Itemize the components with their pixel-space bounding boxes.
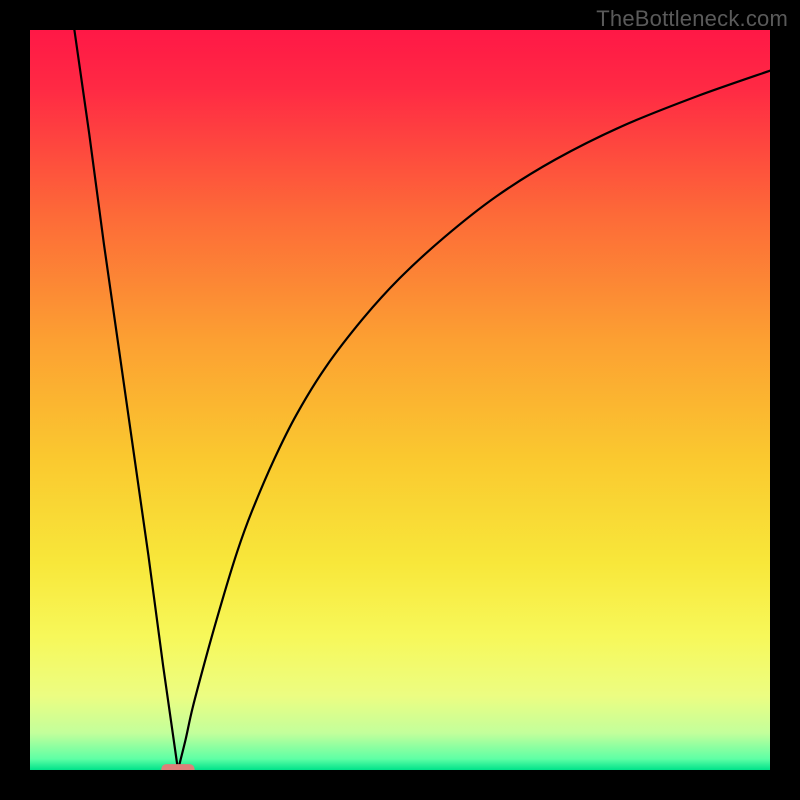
watermark-text: TheBottleneck.com: [596, 6, 788, 32]
optimum-marker: [161, 764, 194, 770]
bottleneck-chart: [30, 30, 770, 770]
gradient-background: [30, 30, 770, 770]
chart-frame: TheBottleneck.com: [0, 0, 800, 800]
